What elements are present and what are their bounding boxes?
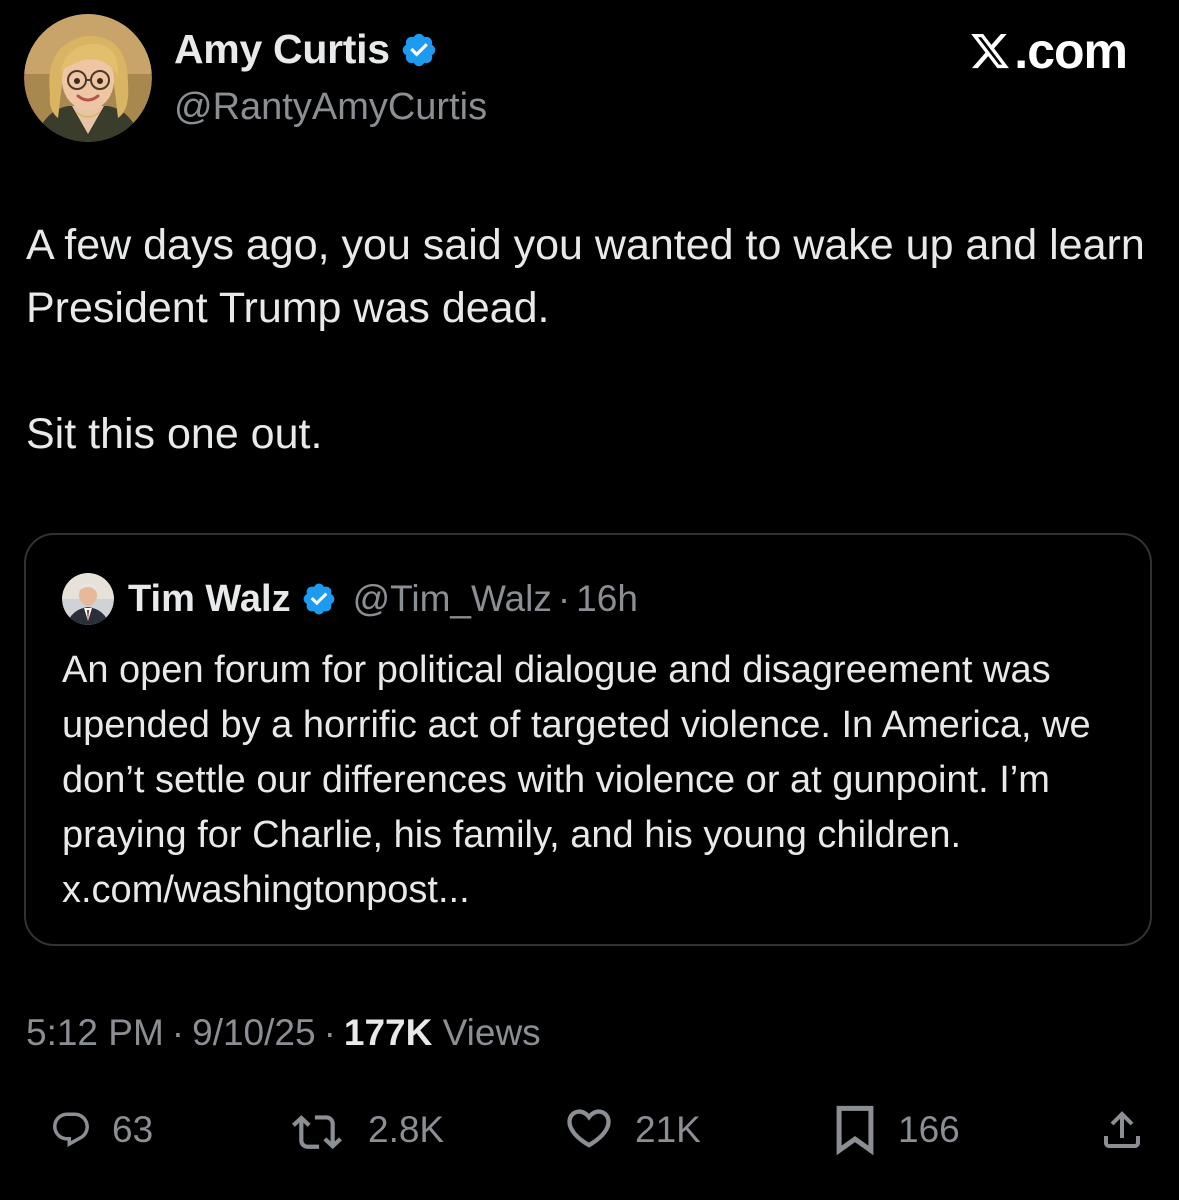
quoted-tweet-age[interactable]: 16h: [576, 578, 638, 619]
action-bar: 63 2.8K 21K 166: [0, 1098, 1179, 1162]
bookmark-icon: [836, 1105, 874, 1155]
views-count: 177K: [343, 1012, 433, 1053]
share-button[interactable]: [1098, 1098, 1146, 1162]
repost-count: 2.8K: [368, 1109, 445, 1150]
speech-bubble-icon: [53, 1112, 89, 1147]
share-upload-icon: [1104, 1111, 1140, 1148]
verified-badge-icon[interactable]: [400, 31, 438, 69]
quoted-tweet-meta: @Tim_Walz · 16h: [353, 578, 638, 620]
tweet-paragraph: A few days ago, you said you wanted to w…: [26, 221, 1145, 332]
repost-arrows-icon: [292, 1115, 342, 1150]
x-logo-icon: [971, 33, 1010, 69]
author-name-row: Amy Curtis: [174, 26, 438, 73]
reply-button[interactable]: 63: [50, 1098, 153, 1162]
like-button[interactable]: 21K: [563, 1098, 701, 1162]
brand-label: .com: [1014, 23, 1128, 79]
quoted-author-name[interactable]: Tim Walz: [128, 578, 291, 621]
author-handle[interactable]: @RantyAmyCurtis: [174, 86, 487, 129]
x-logo: .com: [968, 22, 1128, 80]
verified-badge-icon[interactable]: [301, 581, 337, 617]
reply-count: 63: [112, 1109, 154, 1150]
quoted-author-avatar-image: [62, 573, 114, 625]
bookmark-button[interactable]: 166: [832, 1098, 960, 1162]
tweet-meta: 5:12 PM · 9/10/25 · 177K Views: [26, 1012, 541, 1054]
tweet-text: A few days ago, you said you wanted to w…: [26, 214, 1166, 466]
author-name[interactable]: Amy Curtis: [174, 26, 390, 73]
quoted-author-avatar[interactable]: [62, 573, 114, 625]
tweet-time[interactable]: 5:12 PM: [26, 1012, 164, 1053]
like-count: 21K: [635, 1109, 701, 1150]
author-avatar[interactable]: [24, 14, 152, 142]
bookmark-count: 166: [898, 1109, 960, 1150]
quoted-author-handle[interactable]: @Tim_Walz: [353, 578, 552, 619]
tweet-paragraph: Sit this one out.: [26, 410, 323, 458]
separator-dot: ·: [557, 578, 571, 619]
author-avatar-image: [24, 14, 152, 142]
separator-dot: ·: [323, 1012, 336, 1053]
tweet-date[interactable]: 9/10/25: [192, 1012, 315, 1053]
views-label: Views: [442, 1012, 541, 1053]
quoted-tweet-text: An open forum for political dialogue and…: [62, 649, 1091, 911]
repost-button[interactable]: 2.8K: [286, 1098, 444, 1162]
tweet-card: Amy Curtis @RantyAmyCurtis .com A few da…: [0, 0, 1179, 1200]
heart-icon: [567, 1109, 611, 1148]
quoted-tweet[interactable]: Tim Walz @Tim_Walz · 16h An open forum for…: [24, 533, 1152, 946]
separator-dot: ·: [171, 1012, 185, 1053]
quoted-tweet-header: Tim Walz @Tim_Walz · 16h: [128, 573, 638, 625]
